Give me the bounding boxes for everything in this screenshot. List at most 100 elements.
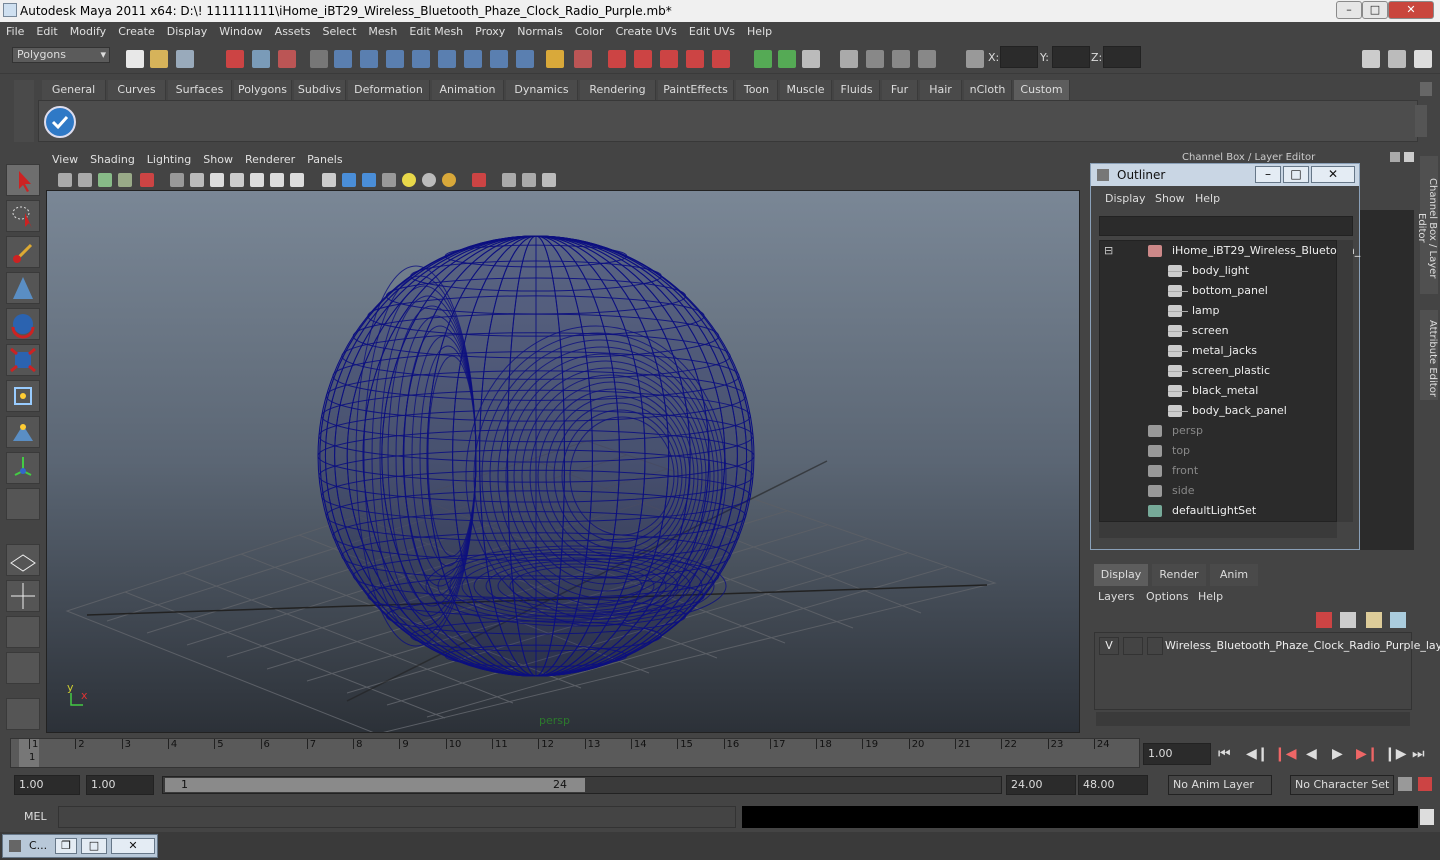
menu-file[interactable]: File <box>0 22 30 42</box>
go-to-end-icon[interactable]: ⏭ <box>1412 746 1425 762</box>
safe-title-icon[interactable] <box>290 173 304 187</box>
menu-edit-mesh[interactable]: Edit Mesh <box>403 22 469 42</box>
isolate-select-icon[interactable] <box>472 173 486 187</box>
float-panel-icon[interactable] <box>1390 152 1400 162</box>
outliner-item-metal-jacks[interactable]: metal_jacks <box>1100 341 1338 361</box>
wireframe-shading-icon[interactable] <box>322 173 336 187</box>
outliner-item-default-light-set[interactable]: defaultLightSet <box>1100 501 1338 521</box>
menu-proxy[interactable]: Proxy <box>469 22 511 42</box>
lock-icon[interactable] <box>546 50 564 68</box>
menu-select[interactable]: Select <box>316 22 362 42</box>
render-icon[interactable] <box>608 50 626 68</box>
lasso-tool-icon[interactable] <box>6 200 40 232</box>
x-field[interactable] <box>1000 46 1038 68</box>
shelf-scroll-arrows[interactable] <box>1415 105 1427 137</box>
close-button[interactable]: ✕ <box>1388 1 1434 19</box>
step-back-icon[interactable]: ◀❙ <box>1246 746 1269 762</box>
resolution-gate-icon[interactable] <box>210 173 224 187</box>
outliner-menu-show[interactable]: Show <box>1155 192 1185 205</box>
shelf-tab-fur[interactable]: Fur <box>882 80 918 100</box>
go-to-start-icon[interactable]: ⏮ <box>1218 746 1231 762</box>
shelf-tab-muscle[interactable]: Muscle <box>780 80 832 100</box>
close-panel-icon[interactable] <box>1404 152 1414 162</box>
camera-icon[interactable] <box>840 50 858 68</box>
script-editor-icon[interactable] <box>1420 809 1434 825</box>
shelf-tab-fluids[interactable]: Fluids <box>834 80 880 100</box>
sidebar-toggle-icon[interactable] <box>802 50 820 68</box>
shelf-tab-subdivs[interactable]: Subdivs <box>294 80 346 100</box>
construction-history-icon[interactable] <box>574 50 592 68</box>
move-tool-icon[interactable] <box>6 272 40 304</box>
maximize-window-button[interactable]: □ <box>81 838 107 854</box>
outliner-item-screen[interactable]: screen <box>1100 321 1338 341</box>
minimized-window[interactable]: C... ❐ □ ✕ <box>2 834 158 858</box>
menu-mesh[interactable]: Mesh <box>362 22 403 42</box>
outliner-item-side[interactable]: side <box>1100 481 1338 501</box>
collapse-toggle-icon[interactable]: ⊟ <box>1104 241 1113 261</box>
step-forward-icon[interactable]: ❙▶ <box>1384 746 1407 762</box>
menu-color[interactable]: Color <box>569 22 610 42</box>
snap-edge-icon[interactable] <box>464 50 482 68</box>
select-hierarchy-icon[interactable] <box>226 50 244 68</box>
help-icon[interactable] <box>516 50 534 68</box>
shelf-tab-dynamics[interactable]: Dynamics <box>506 80 578 100</box>
menu-set-selector[interactable]: Polygons ▾ <box>12 47 110 63</box>
menu-create-uvs[interactable]: Create UVs <box>610 22 683 42</box>
shelf-tab-curves[interactable]: Curves <box>108 80 166 100</box>
shelf-tab-rendering[interactable]: Rendering <box>580 80 656 100</box>
outliner-filter-field[interactable] <box>1099 216 1353 236</box>
show-manipulator-tool-icon[interactable] <box>6 452 40 484</box>
outliner-item-root[interactable]: iHome_iBT29_Wireless_Bluetooth_ ⊟ <box>1100 241 1360 261</box>
snap-surface-icon[interactable] <box>412 50 430 68</box>
time-slider[interactable]: 1 1 2 3 4 5 6 7 8 9 10 11 12 13 14 15 16 17 18 19 20 21 22 23 24 <box>10 738 1140 768</box>
restore-button[interactable]: ❐ <box>55 838 77 854</box>
layer-color-swatch[interactable] <box>1147 637 1163 655</box>
field-chart-icon[interactable] <box>250 173 264 187</box>
snap-grid-icon[interactable] <box>310 50 328 68</box>
layer-visibility-toggle[interactable]: V <box>1099 637 1119 655</box>
outliner-item-black-metal[interactable]: black_metal <box>1100 381 1338 401</box>
check-icon[interactable] <box>44 106 76 138</box>
open-scene-icon[interactable] <box>150 50 168 68</box>
step-forward-key-icon[interactable]: ▶❙ <box>1356 746 1379 762</box>
layer-name[interactable]: Wireless_Bluetooth_Phaze_Clock_Radio_Pur… <box>1165 639 1440 652</box>
select-tool-icon[interactable] <box>6 164 40 196</box>
single-perspective-layout-icon[interactable] <box>6 544 40 576</box>
shelf-tab-hair[interactable]: Hair <box>920 80 962 100</box>
snap-plane-icon[interactable] <box>438 50 456 68</box>
hypershade-layout-icon[interactable] <box>6 698 40 730</box>
minimize-button[interactable]: – <box>1336 1 1362 19</box>
layer-tab-display[interactable]: Display <box>1094 564 1148 586</box>
shelf-tab-polygons[interactable]: Polygons <box>234 80 292 100</box>
panel-menu-shading[interactable]: Shading <box>84 150 141 170</box>
shelf-tab-custom[interactable]: Custom <box>1014 80 1070 100</box>
camera-attributes-icon[interactable] <box>78 173 92 187</box>
layer-menu-help[interactable]: Help <box>1198 590 1223 603</box>
shelf-tab-toon[interactable]: Toon <box>736 80 778 100</box>
channel-box-side-tab[interactable]: Channel Box / Layer Editor <box>1416 156 1438 294</box>
attribute-editor-toggle-icon[interactable] <box>1362 50 1380 68</box>
current-time-field[interactable]: 1.00 <box>1143 743 1211 765</box>
menu-assets[interactable]: Assets <box>269 22 317 42</box>
persp-outliner-layout-icon[interactable] <box>6 616 40 648</box>
four-view-layout-icon[interactable] <box>6 580 40 612</box>
menu-edit-uvs[interactable]: Edit UVs <box>683 22 741 42</box>
outliner-item-top[interactable]: top <box>1100 441 1338 461</box>
select-component-icon[interactable] <box>278 50 296 68</box>
mel-input[interactable] <box>58 806 736 828</box>
snap-curve-icon[interactable] <box>334 50 352 68</box>
layer-hscrollbar[interactable] <box>1096 712 1410 726</box>
outliner-hscrollbar[interactable] <box>1099 522 1337 538</box>
shelf-tab-ncloth[interactable]: nCloth <box>964 80 1012 100</box>
image-plane-icon[interactable] <box>118 173 132 187</box>
step-back-key-icon[interactable]: ❙◀ <box>1274 746 1297 762</box>
outliner-item-body-back-panel[interactable]: body_back_panel <box>1100 401 1338 421</box>
animation-start-field[interactable]: 1.00 <box>14 775 80 795</box>
playback-end-field[interactable]: 24.00 <box>1006 775 1076 795</box>
shelf-tab-general[interactable]: General <box>42 80 106 100</box>
layer-menu-options[interactable]: Options <box>1146 590 1188 603</box>
range-slider-track[interactable]: 1 24 <box>162 776 1002 794</box>
menu-modify[interactable]: Modify <box>64 22 112 42</box>
hardware-texturing-icon[interactable] <box>542 173 556 187</box>
tool-settings-toggle-icon[interactable] <box>1388 50 1406 68</box>
